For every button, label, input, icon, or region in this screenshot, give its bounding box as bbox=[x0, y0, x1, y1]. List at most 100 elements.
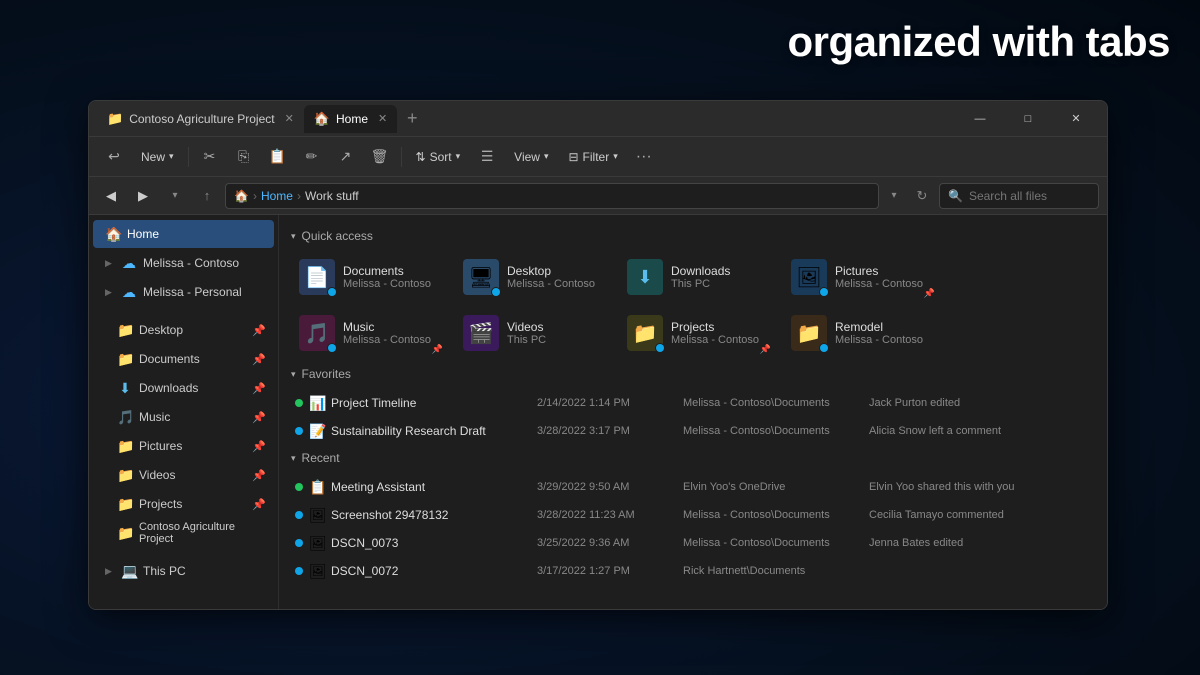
fav1-status-dot bbox=[295, 427, 303, 435]
rec2-file-icon: 🖼 bbox=[309, 535, 325, 552]
documents-sync-status bbox=[327, 287, 337, 297]
quick-access-header[interactable]: ▾ Quick access bbox=[291, 229, 1095, 243]
cloud-contoso-icon: ☁ bbox=[121, 255, 137, 272]
back-button[interactable]: ↩ bbox=[99, 143, 129, 171]
pin-music-icon: 📌 bbox=[252, 411, 266, 424]
copy-button[interactable]: ⎘ bbox=[229, 143, 259, 171]
filter-chevron-icon: ▾ bbox=[613, 151, 618, 162]
tab-home-label: Home bbox=[336, 112, 368, 126]
sort-button[interactable]: ⇅ Sort ▾ bbox=[408, 146, 469, 168]
favorites-header[interactable]: ▾ Favorites bbox=[291, 367, 1095, 381]
quick-item-remodel[interactable]: 📁 Remodel Melissa - Contoso bbox=[783, 307, 943, 359]
quick-item-downloads[interactable]: ⬇ Downloads This PC bbox=[619, 251, 779, 303]
quick-item-projects[interactable]: 📁 Projects Melissa - Contoso 📌 bbox=[619, 307, 779, 359]
pin-pictures-icon: 📌 bbox=[252, 440, 266, 453]
sidebar-pictures-label: Pictures bbox=[139, 439, 246, 453]
tab-home-icon: 🏠 bbox=[314, 111, 330, 127]
rec0-file-icon: 📋 bbox=[309, 479, 325, 496]
sidebar-item-melissa-personal[interactable]: ▶ ☁ Melissa - Personal bbox=[93, 278, 274, 306]
sidebar-item-home[interactable]: 🏠 Home bbox=[93, 220, 274, 248]
delete-button[interactable]: 🗑 bbox=[365, 143, 395, 171]
favorites-label: Favorites bbox=[302, 367, 351, 381]
close-button[interactable]: ✕ bbox=[1053, 104, 1099, 134]
recent-locations-button[interactable]: ▾ bbox=[161, 183, 189, 209]
fav0-location: Melissa - Contoso\Documents bbox=[683, 397, 863, 409]
refresh-button[interactable]: ↻ bbox=[909, 183, 935, 209]
quick-item-pictures[interactable]: 🖼 Pictures Melissa - Contoso 📌 bbox=[783, 251, 943, 303]
back-nav-button[interactable]: ◀ bbox=[97, 183, 125, 209]
music-folder-icon: 🎵 bbox=[117, 409, 133, 426]
tab-folder-icon: 📁 bbox=[107, 111, 123, 127]
filter-button[interactable]: ⊟ Filter ▾ bbox=[560, 146, 625, 168]
maximize-button[interactable]: □ bbox=[1005, 104, 1051, 134]
quick-music-name: Music bbox=[343, 320, 431, 334]
sidebar-item-melissa-contoso[interactable]: ▶ ☁ Melissa - Contoso bbox=[93, 249, 274, 277]
quick-item-videos[interactable]: 🎬 Videos This PC bbox=[455, 307, 615, 359]
sidebar-item-desktop[interactable]: 📁 Desktop 📌 bbox=[93, 316, 274, 344]
up-button[interactable]: ↑ bbox=[193, 183, 221, 209]
view-list-icon[interactable]: ☰ bbox=[472, 143, 502, 171]
sidebar-item-contoso-ag[interactable]: 📁 Contoso Agriculture Project bbox=[93, 519, 274, 547]
recent-row-0[interactable]: 📋 Meeting Assistant 3/29/2022 9:50 AM El… bbox=[291, 473, 1095, 501]
desktop-sync-status bbox=[491, 287, 501, 297]
toolbar: ↩ New ▾ ✂ ⎘ 📋 ✏ ↗ 🗑 ⇅ Sort ▾ ☰ View ▾ ⊟ … bbox=[89, 137, 1107, 177]
quick-item-desktop[interactable]: 🖥 Desktop Melissa - Contoso bbox=[455, 251, 615, 303]
sidebar-item-projects[interactable]: 📁 Projects 📌 bbox=[93, 490, 274, 518]
pictures-folder-icon: 📁 bbox=[117, 438, 133, 455]
sidebar-item-this-pc[interactable]: ▶ 💻 This PC bbox=[93, 557, 274, 585]
sort-chevron-icon: ▾ bbox=[456, 151, 461, 162]
tab-home-close[interactable]: ✕ bbox=[378, 112, 387, 125]
rec1-activity: Cecilia Tamayo commented bbox=[869, 509, 1091, 521]
recent-row-1[interactable]: 🖼 Screenshot 29478132 3/28/2022 11:23 AM… bbox=[291, 501, 1095, 529]
contoso-ag-folder-icon: 📁 bbox=[117, 525, 133, 542]
cut-button[interactable]: ✂ bbox=[195, 143, 225, 171]
recent-header[interactable]: ▾ Recent bbox=[291, 451, 1095, 465]
address-dropdown-button[interactable]: ▾ bbox=[883, 183, 905, 209]
add-tab-button[interactable]: + bbox=[397, 105, 427, 133]
share-button[interactable]: ↗ bbox=[331, 143, 361, 171]
sidebar-item-pictures[interactable]: 📁 Pictures 📌 bbox=[93, 432, 274, 460]
rec0-date: 3/29/2022 9:50 AM bbox=[537, 481, 677, 493]
sidebar-home-label: Home bbox=[127, 227, 266, 241]
title-bar: 📁 Contoso Agriculture Project ✕ 🏠 Home ✕… bbox=[89, 101, 1107, 137]
recent-row-2[interactable]: 🖼 DSCN_0073 3/25/2022 9:36 AM Melissa - … bbox=[291, 529, 1095, 557]
forward-nav-button[interactable]: ▶ bbox=[129, 183, 157, 209]
quick-item-documents[interactable]: 📄 Documents Melissa - Contoso bbox=[291, 251, 451, 303]
rec0-location: Elvin Yoo's OneDrive bbox=[683, 481, 863, 493]
fav0-status-dot bbox=[295, 399, 303, 407]
favorite-row-0[interactable]: 📊 Project Timeline 2/14/2022 1:14 PM Mel… bbox=[291, 389, 1095, 417]
paste-button[interactable]: 📋 bbox=[263, 143, 293, 171]
sidebar-item-music[interactable]: 🎵 Music 📌 bbox=[93, 403, 274, 431]
favorite-row-1[interactable]: 📝 Sustainability Research Draft 3/28/202… bbox=[291, 417, 1095, 445]
quick-item-music[interactable]: 🎵 Music Melissa - Contoso 📌 bbox=[291, 307, 451, 359]
rec0-status-dot bbox=[295, 483, 303, 491]
fav1-location: Melissa - Contoso\Documents bbox=[683, 425, 863, 437]
search-box[interactable]: 🔍 bbox=[939, 183, 1099, 209]
quick-access-grid: 📄 Documents Melissa - Contoso 🖥 Desktop … bbox=[291, 251, 1095, 359]
minimize-button[interactable]: — bbox=[957, 104, 1003, 134]
fav0-file-icon: 📊 bbox=[309, 395, 325, 412]
sidebar-item-videos[interactable]: 📁 Videos 📌 bbox=[93, 461, 274, 489]
rec2-status-dot bbox=[295, 539, 303, 547]
rec3-name: DSCN_0072 bbox=[331, 564, 531, 578]
view-button[interactable]: View ▾ bbox=[506, 146, 556, 168]
pin-projects-icon: 📌 bbox=[252, 498, 266, 511]
rec0-activity: Elvin Yoo shared this with you bbox=[869, 481, 1091, 493]
rec1-location: Melissa - Contoso\Documents bbox=[683, 509, 863, 521]
more-options-button[interactable]: ··· bbox=[630, 144, 658, 170]
tab-contoso-close[interactable]: ✕ bbox=[285, 112, 294, 125]
recent-row-3[interactable]: 🖼 DSCN_0072 3/17/2022 1:27 PM Rick Hartn… bbox=[291, 557, 1095, 585]
tab-contoso[interactable]: 📁 Contoso Agriculture Project ✕ bbox=[97, 105, 304, 133]
sidebar-item-documents[interactable]: 📁 Documents 📌 bbox=[93, 345, 274, 373]
favorites-chevron-icon: ▾ bbox=[291, 369, 296, 380]
music-sync-status bbox=[327, 343, 337, 353]
breadcrumb[interactable]: 🏠 › Home › Work stuff bbox=[225, 183, 879, 209]
search-input[interactable] bbox=[969, 189, 1089, 203]
rec1-file-icon: 🖼 bbox=[309, 507, 325, 524]
sidebar-item-downloads[interactable]: ⬇ Downloads 📌 bbox=[93, 374, 274, 402]
tab-home[interactable]: 🏠 Home ✕ bbox=[304, 105, 397, 133]
breadcrumb-home[interactable]: Home bbox=[261, 189, 293, 203]
rename-button[interactable]: ✏ bbox=[297, 143, 327, 171]
projects-sync-status bbox=[655, 343, 665, 353]
new-button[interactable]: New ▾ bbox=[133, 146, 182, 168]
